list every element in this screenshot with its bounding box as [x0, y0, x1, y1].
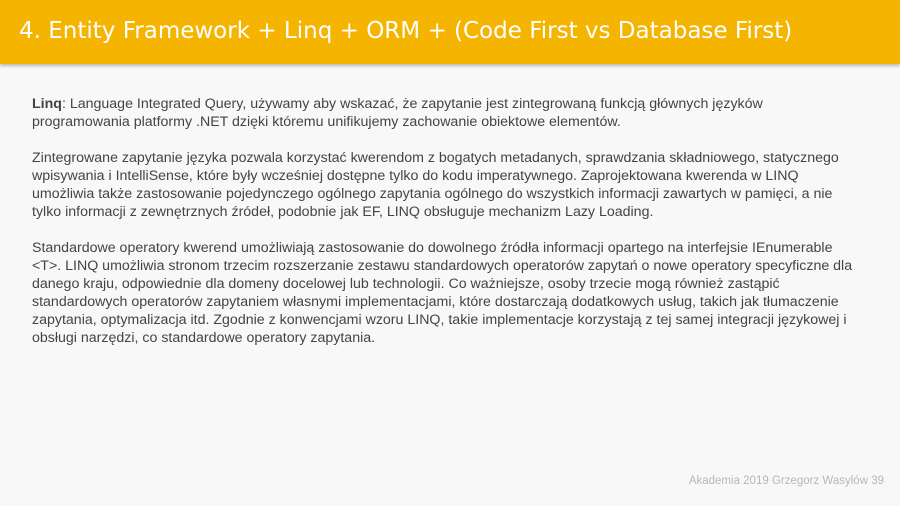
- term-linq: Linq: [32, 96, 62, 112]
- paragraph-integrated-query: Zintegrowane zapytanie języka pozwala ko…: [32, 150, 839, 220]
- paragraph-linq-definition-text: : Language Integrated Query, używamy aby…: [32, 96, 763, 130]
- slide-footer: Akademia 2019 Grzegorz Wasylów 39: [688, 475, 884, 487]
- slide-body: Linq: Language Integrated Query, używamy…: [32, 95, 862, 365]
- paragraph-standard-operators: Standardowe operatory kwerend umożliwiaj…: [32, 240, 853, 346]
- title-bar: 4. Entity Framework + Linq + ORM + (Code…: [0, 0, 900, 64]
- slide-title: 4. Entity Framework + Linq + ORM + (Code…: [19, 18, 793, 44]
- paragraph-linq-definition: Linq: Language Integrated Query, używamy…: [32, 95, 862, 131]
